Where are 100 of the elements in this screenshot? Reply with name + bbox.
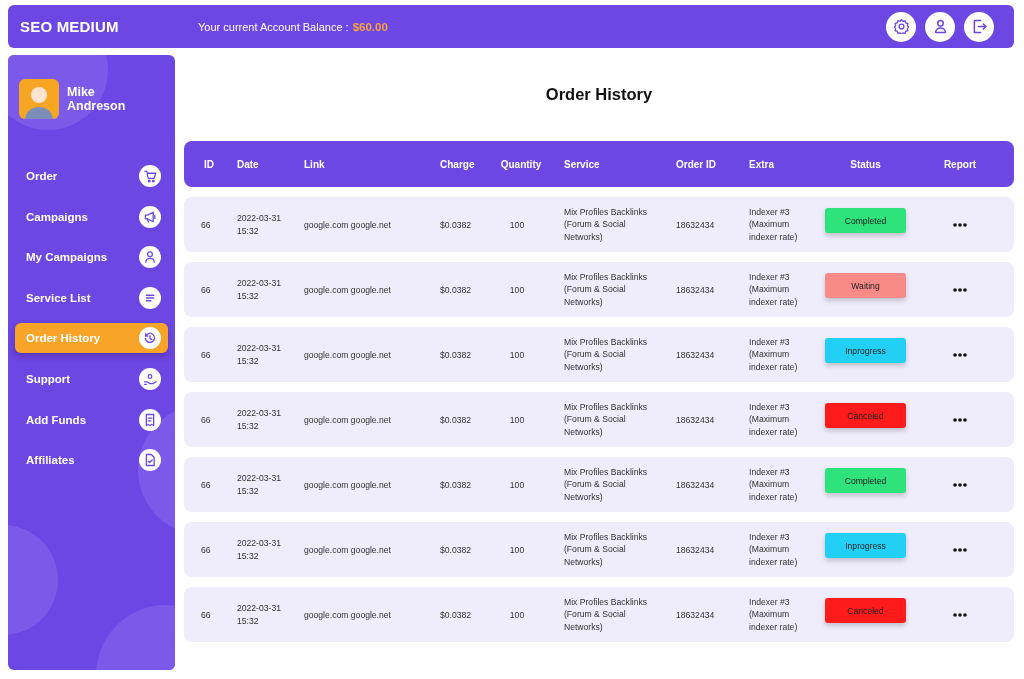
order-id-cell: 18632434: [676, 414, 715, 425]
column-header: Service: [564, 158, 601, 170]
extra-cell-text: Indexer #3 (Maximum indexer rate): [749, 400, 799, 439]
charge-cell: $0.0382: [440, 414, 472, 425]
logout-icon: [971, 19, 987, 34]
extra-cell-text: Indexer #3 (Maximum indexer rate): [749, 465, 799, 504]
quantity-cell: 100: [509, 609, 525, 620]
balance-label: Your current Account Balance :: [198, 20, 349, 33]
status-badge: Inprogress: [825, 533, 906, 558]
sidebar-item[interactable]: Service List: [15, 282, 168, 313]
profile-button[interactable]: [925, 11, 955, 42]
more-icon[interactable]: [953, 287, 967, 292]
date-cell-text: 2022-03-31 15:32: [237, 602, 282, 627]
sidebar-item[interactable]: Support: [15, 363, 168, 394]
logout-button[interactable]: [964, 11, 994, 42]
date-cell-text: 2022-03-31 15:32: [237, 342, 282, 367]
id-cell: 66: [201, 349, 211, 360]
settings-button[interactable]: [886, 11, 916, 42]
column-header: Status: [849, 158, 882, 170]
sidebar-item[interactable]: Campaigns: [15, 201, 168, 232]
balance-value: $60.00: [352, 20, 388, 33]
more-icon[interactable]: [953, 482, 967, 487]
id-cell: 66: [201, 609, 211, 620]
service-cell-text: Mix Profiles Backlinks (Forum & Social Networks): [564, 205, 649, 244]
column-header: ID: [204, 158, 215, 170]
link-cell: google.com google.net: [304, 414, 391, 425]
charge-cell: $0.0382: [440, 349, 472, 360]
column-header: Date: [237, 158, 260, 170]
link-cell: google.com google.net: [304, 284, 391, 295]
id-cell: 66: [201, 479, 211, 490]
link-cell: google.com google.net: [304, 349, 391, 360]
sidebar-item[interactable]: Order: [15, 161, 168, 191]
charge-cell: $0.0382: [440, 284, 472, 295]
status-badge: Inprogress: [825, 338, 906, 363]
page-title: Order History: [544, 84, 654, 104]
date-cell-text: 2022-03-31 15:32: [237, 277, 282, 302]
link-cell: google.com google.net: [304, 219, 391, 230]
more-icon[interactable]: [953, 417, 967, 422]
megaphone-icon: [139, 205, 161, 228]
link-cell: google.com google.net: [304, 544, 391, 555]
quantity-cell: 100: [509, 414, 525, 425]
more-icon[interactable]: [953, 222, 967, 227]
quantity-cell: 100: [509, 219, 525, 230]
status-badge: Waiting: [825, 273, 906, 298]
order-id-cell: 18632434: [676, 284, 715, 295]
order-id-cell: 18632434: [676, 349, 715, 360]
clock-icon: [139, 327, 161, 350]
id-cell: 66: [201, 544, 211, 555]
status-badge: Completed: [825, 208, 906, 233]
id-cell: 66: [201, 414, 211, 425]
avatar-icon: [19, 79, 59, 119]
link-cell: google.com google.net: [304, 609, 391, 620]
extra-cell-text: Indexer #3 (Maximum indexer rate): [749, 270, 799, 309]
sidebar-item[interactable]: Affiliates: [15, 445, 168, 476]
service-cell-text: Mix Profiles Backlinks (Forum & Social Networks): [564, 270, 649, 309]
charge-cell: $0.0382: [440, 609, 472, 620]
service-cell-text: Mix Profiles Backlinks (Forum & Social Networks): [564, 530, 649, 569]
app-title: SEO MEDIUM: [20, 18, 120, 35]
more-icon[interactable]: [953, 612, 967, 617]
user-icon: [139, 246, 161, 269]
extra-cell-text: Indexer #3 (Maximum indexer rate): [749, 530, 799, 569]
column-header: Charge: [440, 158, 476, 170]
hand-icon: [139, 367, 161, 390]
column-header: Link: [304, 158, 326, 170]
date-cell-text: 2022-03-31 15:32: [237, 472, 282, 497]
column-header: Order ID: [676, 158, 717, 170]
order-id-cell: 18632434: [676, 609, 715, 620]
receipt-icon: [139, 408, 161, 431]
service-cell-text: Mix Profiles Backlinks (Forum & Social Networks): [564, 335, 649, 374]
service-cell-text: Mix Profiles Backlinks (Forum & Social Networks): [564, 400, 649, 439]
extra-cell-text: Indexer #3 (Maximum indexer rate): [749, 335, 799, 374]
date-cell-text: 2022-03-31 15:32: [237, 407, 282, 432]
user-icon: [932, 19, 948, 34]
status-badge: Canceled: [825, 598, 906, 623]
status-badge: Completed: [825, 468, 906, 493]
quantity-cell: 100: [509, 544, 525, 555]
quantity-cell: 100: [509, 284, 525, 295]
column-header: Quantity: [499, 158, 543, 170]
date-cell-text: 2022-03-31 15:32: [237, 212, 282, 237]
more-icon[interactable]: [953, 352, 967, 357]
order-id-cell: 18632434: [676, 544, 715, 555]
service-cell-text: Mix Profiles Backlinks (Forum & Social Networks): [564, 595, 649, 634]
list-icon: [139, 286, 161, 309]
more-icon[interactable]: [953, 547, 967, 552]
quantity-cell: 100: [509, 349, 525, 360]
document-icon: [139, 449, 161, 472]
status-badge: Canceled: [825, 403, 906, 428]
settings-icon: [893, 19, 909, 34]
id-cell: 66: [201, 284, 211, 295]
quantity-cell: 100: [509, 479, 525, 490]
cart-icon: [139, 165, 161, 187]
extra-cell-text: Indexer #3 (Maximum indexer rate): [749, 595, 799, 634]
sidebar-item[interactable]: My Campaigns: [15, 242, 168, 273]
profile-name: Mike Andreson: [67, 84, 127, 114]
charge-cell: $0.0382: [440, 479, 472, 490]
sidebar-item[interactable]: Add Funds: [15, 404, 168, 435]
link-cell: google.com google.net: [304, 479, 391, 490]
column-header: Extra: [749, 158, 775, 170]
date-cell-text: 2022-03-31 15:32: [237, 537, 282, 562]
charge-cell: $0.0382: [440, 219, 472, 230]
